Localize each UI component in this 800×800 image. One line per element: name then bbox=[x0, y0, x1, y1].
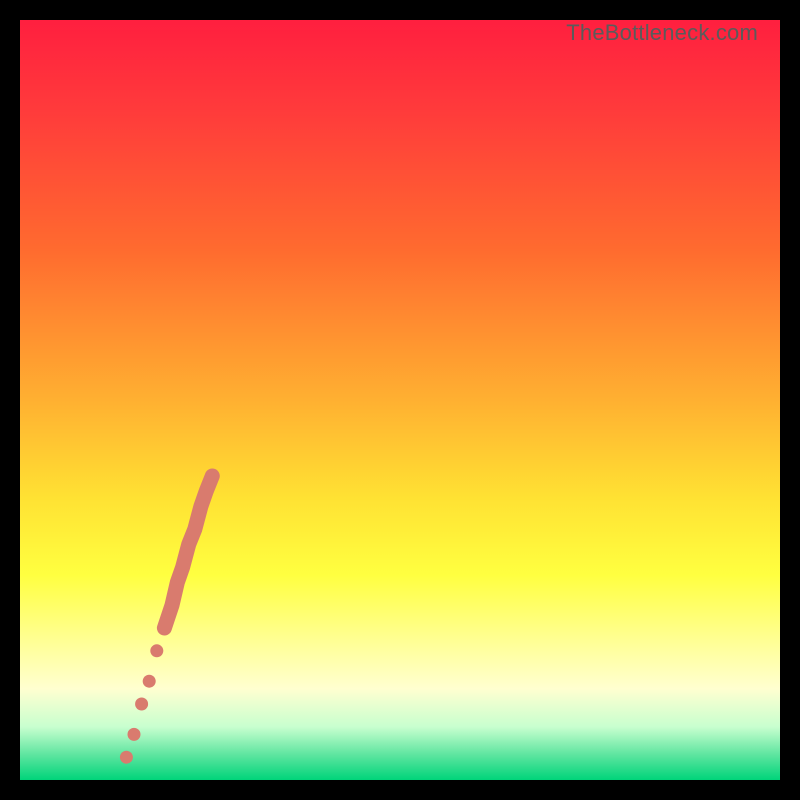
marker-dense-segment bbox=[164, 476, 212, 628]
chart-frame: TheBottleneck.com bbox=[0, 0, 800, 800]
watermark-text: TheBottleneck.com bbox=[566, 20, 758, 46]
marker-dot bbox=[150, 644, 163, 657]
marker-dot bbox=[120, 751, 133, 764]
curve-layer bbox=[20, 20, 780, 780]
marker-dot bbox=[143, 675, 156, 688]
marker-dot bbox=[135, 698, 148, 711]
plot-area: TheBottleneck.com bbox=[20, 20, 780, 780]
marker-dot bbox=[128, 728, 141, 741]
